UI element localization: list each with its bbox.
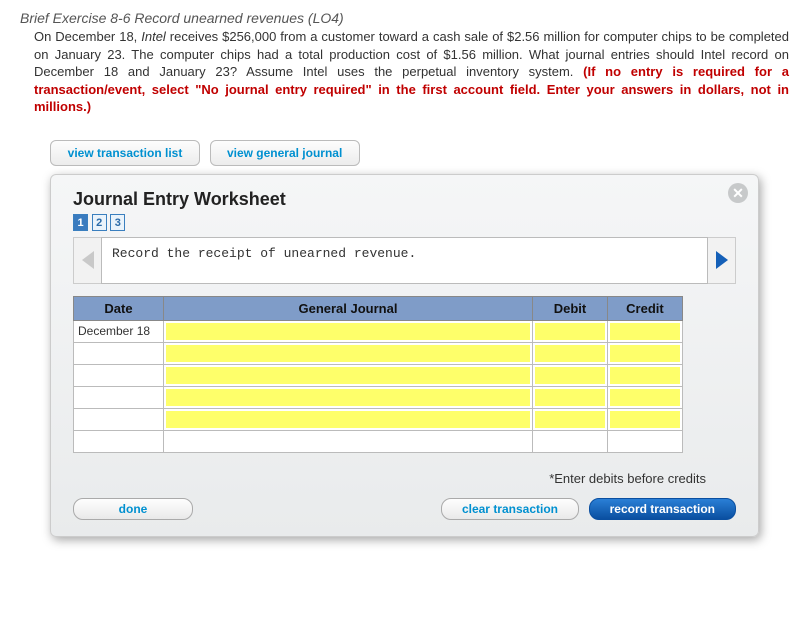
table-row: December 18 (74, 320, 683, 342)
done-button[interactable]: done (73, 498, 193, 520)
tab-buttons: view transaction list view general journ… (50, 140, 789, 166)
debit-cell[interactable] (532, 408, 607, 430)
bottom-row: done clear transaction record transactio… (73, 498, 736, 520)
table-row (74, 342, 683, 364)
date-cell[interactable] (74, 430, 164, 452)
step-boxes: 1 2 3 (73, 214, 736, 231)
step-3[interactable]: 3 (110, 214, 125, 231)
debit-cell[interactable] (532, 430, 607, 452)
credit-cell[interactable] (607, 408, 682, 430)
date-cell[interactable] (74, 342, 164, 364)
col-credit-header: Credit (607, 296, 682, 320)
chevron-right-icon (716, 251, 728, 269)
step-1[interactable]: 1 (73, 214, 88, 231)
exercise-title: Brief Exercise 8-6 Record unearned reven… (20, 10, 789, 26)
date-cell: December 18 (74, 320, 164, 342)
credit-cell[interactable] (607, 320, 682, 342)
journal-entry-worksheet: ✕ Journal Entry Worksheet 1 2 3 Record t… (50, 174, 759, 537)
journal-entry-table: Date General Journal Debit Credit Decemb… (73, 296, 683, 453)
record-transaction-button[interactable]: record transaction (589, 498, 736, 520)
step-2[interactable]: 2 (92, 214, 107, 231)
table-row (74, 364, 683, 386)
view-transaction-list-button[interactable]: view transaction list (50, 140, 200, 166)
clear-transaction-button[interactable]: clear transaction (441, 498, 579, 520)
problem-part1: On December 18, (34, 29, 141, 44)
table-row (74, 430, 683, 452)
table-row (74, 408, 683, 430)
debit-cell[interactable] (532, 320, 607, 342)
debit-cell[interactable] (532, 364, 607, 386)
general-journal-cell[interactable] (164, 408, 533, 430)
col-gj-header: General Journal (164, 296, 533, 320)
next-arrow[interactable] (708, 237, 736, 284)
general-journal-cell[interactable] (164, 364, 533, 386)
general-journal-cell[interactable] (164, 430, 533, 452)
debit-cell[interactable] (532, 342, 607, 364)
date-cell[interactable] (74, 364, 164, 386)
close-icon[interactable]: ✕ (728, 183, 748, 203)
company-name: Intel (141, 29, 166, 44)
date-cell[interactable] (74, 408, 164, 430)
credit-cell[interactable] (607, 386, 682, 408)
prev-arrow[interactable] (73, 237, 101, 284)
general-journal-cell[interactable] (164, 342, 533, 364)
general-journal-cell[interactable] (164, 386, 533, 408)
col-debit-header: Debit (532, 296, 607, 320)
chevron-left-icon (82, 251, 94, 269)
entry-hint: *Enter debits before credits (73, 471, 706, 486)
worksheet-title: Journal Entry Worksheet (73, 189, 736, 210)
instruction-text: Record the receipt of unearned revenue. (101, 237, 708, 284)
credit-cell[interactable] (607, 364, 682, 386)
instruction-row: Record the receipt of unearned revenue. (73, 237, 736, 284)
general-journal-cell[interactable] (164, 320, 533, 342)
view-general-journal-button[interactable]: view general journal (210, 140, 360, 166)
date-cell[interactable] (74, 386, 164, 408)
debit-cell[interactable] (532, 386, 607, 408)
credit-cell[interactable] (607, 342, 682, 364)
credit-cell[interactable] (607, 430, 682, 452)
problem-text: On December 18, Intel receives $256,000 … (34, 28, 789, 116)
col-date-header: Date (74, 296, 164, 320)
table-row (74, 386, 683, 408)
